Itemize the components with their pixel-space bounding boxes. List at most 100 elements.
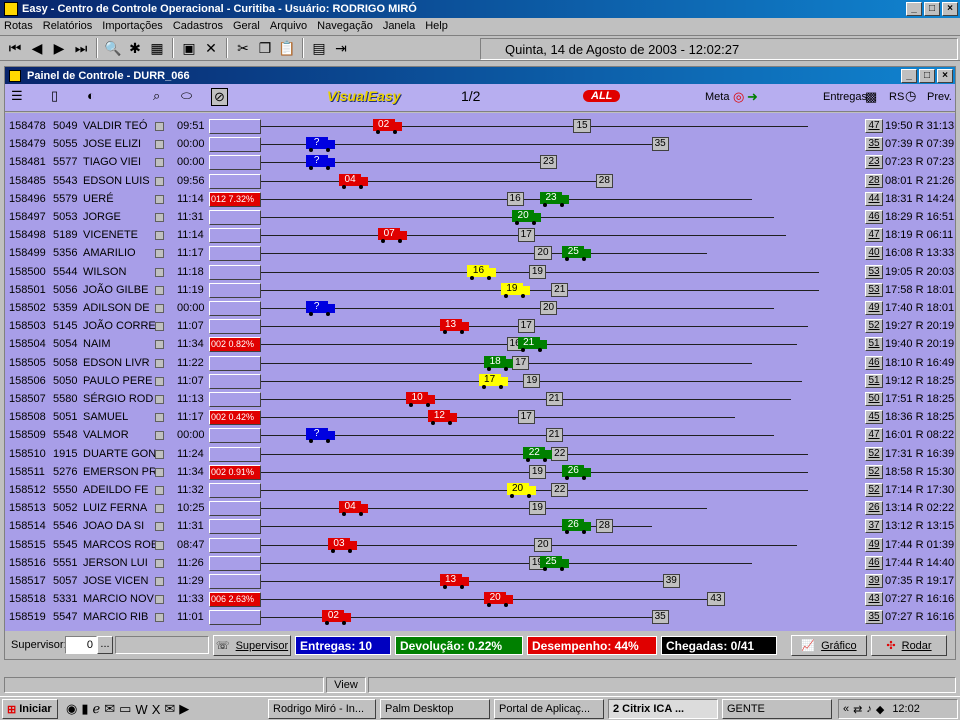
outlook-icon[interactable]: ✉: [104, 701, 115, 717]
list-icon[interactable]: ☰: [11, 88, 23, 104]
start-button[interactable]: ⊞ Iniciar: [2, 699, 58, 719]
explorer-icon[interactable]: ◉: [66, 701, 77, 717]
truck-icon[interactable]: 20: [512, 209, 542, 225]
tray-volume-icon[interactable]: ♪: [866, 703, 872, 715]
mail-icon[interactable]: ✉: [164, 701, 175, 717]
no-entry-icon[interactable]: ⊘: [211, 88, 228, 106]
exit-icon[interactable]: ⇥: [330, 37, 352, 59]
route-checkbox[interactable]: [155, 540, 164, 550]
route-checkbox[interactable]: [155, 522, 164, 532]
menu-importacoes[interactable]: Importações: [102, 20, 163, 32]
task-portal[interactable]: Portal de Aplicaç...: [494, 699, 604, 719]
route-row[interactable]: 158510 1915 DUARTE GON 11:24 22 22 52 17:31 R 1…: [5, 445, 955, 463]
route-row[interactable]: 158512 5550 ADEILDO FE 11:32 22 20 52 17:14 R 1…: [5, 481, 955, 499]
checkered-flag-icon[interactable]: ▩: [865, 89, 877, 105]
truck-icon[interactable]: 17: [478, 373, 509, 389]
menu-rotas[interactable]: Rotas: [4, 20, 33, 32]
end-stop-button[interactable]: 44: [865, 191, 883, 206]
tape-icon[interactable]: ⬭: [181, 88, 192, 104]
next-record-icon[interactable]: ▶: [48, 37, 70, 59]
binoculars-icon[interactable]: ⌕: [153, 88, 160, 104]
truck-icon[interactable]: 04: [339, 173, 369, 189]
save-icon[interactable]: ▣: [178, 37, 200, 59]
print-icon[interactable]: ▤: [308, 37, 330, 59]
route-row[interactable]: 158485 5543 EDSON LUIS 09:56 28 04 28 08:01 R 2…: [5, 172, 955, 190]
route-checkbox[interactable]: [155, 504, 164, 514]
route-checkbox[interactable]: [155, 340, 164, 350]
route-row[interactable]: 158519 5547 MARCIO RIB 11:01 35 02 35 07:27 R 1…: [5, 608, 955, 626]
end-stop-button[interactable]: 53: [865, 264, 883, 279]
truck-icon[interactable]: 10: [406, 391, 436, 407]
task-gente[interactable]: GENTE: [722, 699, 832, 719]
first-record-icon[interactable]: ⏮: [4, 37, 26, 59]
menu-janela[interactable]: Janela: [383, 20, 415, 32]
end-stop-button[interactable]: 49: [865, 301, 883, 315]
end-stop-button[interactable]: 43: [865, 592, 883, 607]
end-stop-button[interactable]: 52: [865, 464, 883, 479]
panel-close-button[interactable]: ×: [937, 69, 953, 83]
excel-icon[interactable]: X: [152, 702, 161, 717]
route-row[interactable]: 158509 5548 VALMOR 00:00 21? 47 16:01 R 08:22: [5, 426, 955, 444]
end-stop-button[interactable]: 35: [865, 610, 883, 625]
end-stop-button[interactable]: 53: [865, 282, 883, 297]
media-icon[interactable]: ▶: [179, 701, 189, 717]
end-stop-button[interactable]: 50: [865, 392, 883, 406]
end-stop-button[interactable]: 47: [865, 228, 883, 243]
route-row[interactable]: 158500 5544 WILSON 11:18 19 16 53 19:05 R 20:03: [5, 263, 955, 281]
supervisor-lookup-button[interactable]: ...: [97, 636, 113, 654]
menu-geral[interactable]: Geral: [233, 20, 260, 32]
route-row[interactable]: 158501 5056 JOÃO GILBE 11:19 21 19 53 17:58 R 1…: [5, 281, 955, 299]
end-stop-button[interactable]: 51: [865, 337, 883, 352]
route-row[interactable]: 158499 5356 AMARILIO 11:17 20 25 40 16:08 R 13:…: [5, 244, 955, 262]
route-checkbox[interactable]: [155, 213, 164, 222]
truck-icon[interactable]: 23: [540, 191, 570, 207]
menu-arquivo[interactable]: Arquivo: [270, 20, 307, 32]
end-stop-button[interactable]: 45: [865, 410, 883, 425]
arrow-right-icon[interactable]: ➜: [747, 89, 758, 105]
route-checkbox[interactable]: [155, 176, 164, 186]
task-citrix[interactable]: 2 Citrix ICA ...: [608, 699, 718, 719]
maximize-button[interactable]: □: [924, 2, 940, 16]
search-icon[interactable]: 🔍: [102, 37, 124, 59]
route-checkbox[interactable]: [155, 122, 164, 131]
route-row[interactable]: 158502 5359 ADILSON DE 00:00 20? 49 17:40 R 18…: [5, 299, 955, 317]
cut-icon[interactable]: ✂: [232, 37, 254, 59]
grafico-button[interactable]: 📈 Gráfico: [791, 635, 867, 656]
route-row[interactable]: 158511 5276 EMERSON PR 11:34 002 0.91% 19 26 52…: [5, 463, 955, 481]
route-checkbox[interactable]: [155, 249, 164, 259]
truck-icon[interactable]: 19: [500, 282, 531, 298]
truck-icon[interactable]: 22: [523, 446, 553, 462]
truck-icon[interactable]: ?: [305, 136, 336, 153]
route-checkbox[interactable]: [155, 158, 164, 168]
route-checkbox[interactable]: [155, 467, 164, 477]
end-stop-button[interactable]: 40: [865, 246, 883, 261]
route-checkbox[interactable]: [155, 595, 164, 605]
menu-help[interactable]: Help: [425, 20, 448, 32]
route-checkbox[interactable]: [155, 285, 164, 295]
route-row[interactable]: 158497 5053 JORGE 11:31 20 46 18:29 R 16:51: [5, 208, 955, 226]
tray-shield-icon[interactable]: ◆: [876, 703, 884, 716]
supervisor-button[interactable]: ☏ Supervisor: [213, 635, 291, 656]
route-row[interactable]: 158481 5577 TIAGO VIEI 00:00 23? 23 07:23 R 07…: [5, 153, 955, 171]
route-checkbox[interactable]: [155, 358, 164, 368]
route-checkbox[interactable]: [155, 613, 164, 623]
route-checkbox[interactable]: [155, 194, 164, 204]
route-row[interactable]: 158515 5545 MARCOS ROB 08:47 20 03 49 17:44 R 0…: [5, 536, 955, 554]
end-stop-button[interactable]: 23: [865, 155, 883, 170]
task-palm-desktop[interactable]: Palm Desktop: [380, 699, 490, 719]
end-stop-button[interactable]: 52: [865, 319, 883, 334]
truck-icon[interactable]: ?: [305, 300, 336, 316]
word-icon[interactable]: W: [135, 702, 147, 717]
route-row[interactable]: 158504 5054 NAIM 11:34 002 0.82% 16 21 51 19:40 …: [5, 335, 955, 353]
route-row[interactable]: 158508 5051 SAMUEL 11:17 002 0.42% 17 12 45 18:3…: [5, 408, 955, 426]
rodar-button[interactable]: ✣ Rodar: [871, 635, 947, 656]
filter-icon[interactable]: ✱: [124, 37, 146, 59]
palm-icon[interactable]: ▮: [81, 701, 88, 717]
truck-icon[interactable]: ?: [305, 154, 336, 171]
end-stop-button[interactable]: 26: [865, 501, 883, 516]
route-row[interactable]: 158507 5580 SÉRGIO ROD 11:13 21 10 50 17:51 R 1…: [5, 390, 955, 408]
route-checkbox[interactable]: [155, 413, 164, 423]
end-stop-button[interactable]: 47: [865, 428, 883, 443]
menu-navegacao[interactable]: Navegação: [317, 20, 373, 32]
route-checkbox[interactable]: [155, 140, 164, 150]
